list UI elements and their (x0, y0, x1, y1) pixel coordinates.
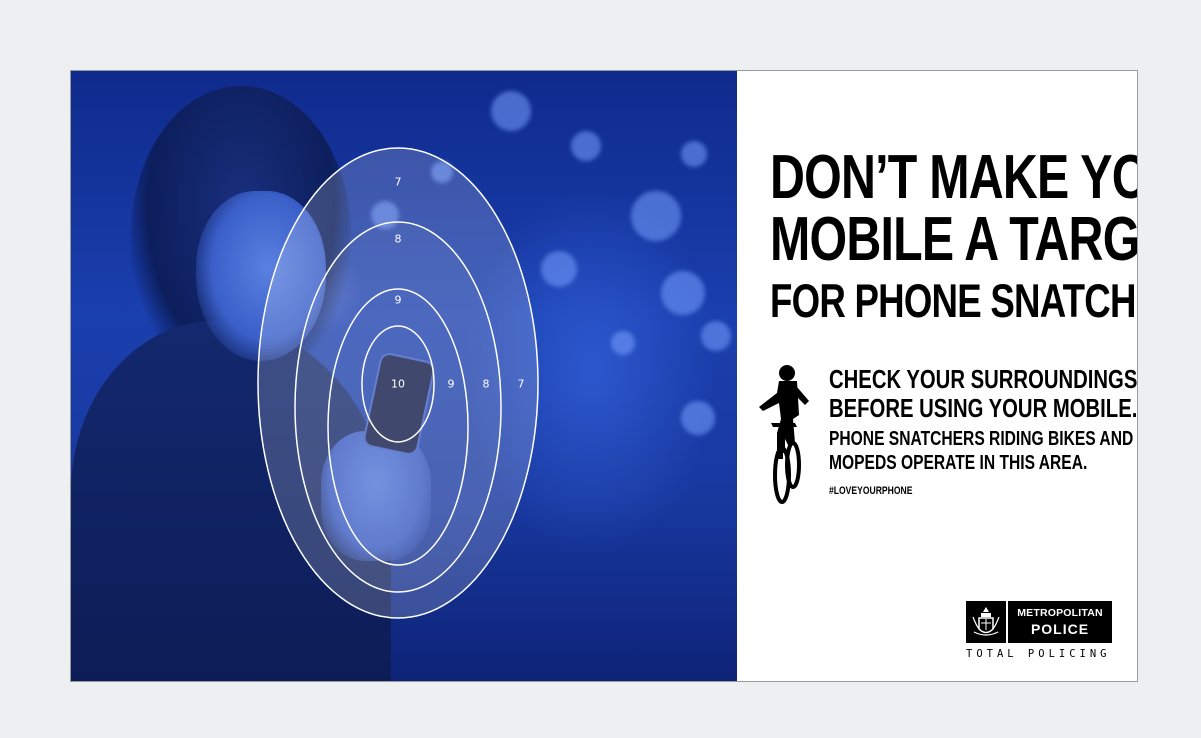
ring-label-side-9: 9 (447, 377, 455, 391)
headline-line-3: FOR PHONE SNATCHERS (770, 274, 1137, 327)
logo-line-1: METROPOLITAN (1017, 607, 1103, 619)
ring-label-side-7: 7 (517, 377, 525, 391)
ring-label-top-7: 7 (394, 175, 402, 189)
met-police-name: METROPOLITAN POLICE (1008, 601, 1112, 643)
photo-panel: 7 8 9 10 9 8 7 (71, 71, 737, 681)
ring-label-top-9: 9 (394, 293, 402, 307)
hashtag: #LOVEYOURPHONE (829, 485, 913, 498)
met-police-logo: METROPOLITAN POLICE TOTAL POLICING (966, 601, 1112, 660)
tip-main-line-1: CHECK YOUR SURROUNDINGS (829, 364, 1138, 394)
headline-line-2: MOBILE A TARGET (770, 205, 1138, 274)
tip-sub-line-2: MOPEDS OPERATE IN THIS AREA. (829, 452, 1088, 475)
headline: DON’T MAKE YOUR MOBILE A TARGET FOR PHON… (770, 143, 1138, 327)
ring-label-side-8: 8 (482, 377, 490, 391)
met-police-crest-icon (966, 601, 1006, 643)
awareness-poster: 7 8 9 10 9 8 7 DON’T MAKE YOUR MOBILE A … (70, 70, 1138, 682)
ring-label-center-10: 10 (391, 377, 405, 391)
logo-tagline: TOTAL POLICING (966, 648, 1111, 660)
tip-main-line-2: BEFORE USING YOUR MOBILE. (829, 393, 1138, 424)
logo-line-2: POLICE (1030, 621, 1090, 637)
ring-label-top-8: 8 (394, 232, 402, 246)
target-ring-8 (294, 221, 502, 593)
headline-line-1: DON’T MAKE YOUR (770, 143, 1137, 212)
cyclist-silhouette-icon (759, 365, 809, 504)
safety-tips: CHECK YOUR SURROUNDINGS BEFORE USING YOU… (829, 364, 1138, 498)
target-rings (257, 147, 539, 619)
text-panel: DON’T MAKE YOUR MOBILE A TARGET FOR PHON… (737, 71, 1138, 681)
tip-sub-line-1: PHONE SNATCHERS RIDING BIKES AND (829, 428, 1134, 451)
